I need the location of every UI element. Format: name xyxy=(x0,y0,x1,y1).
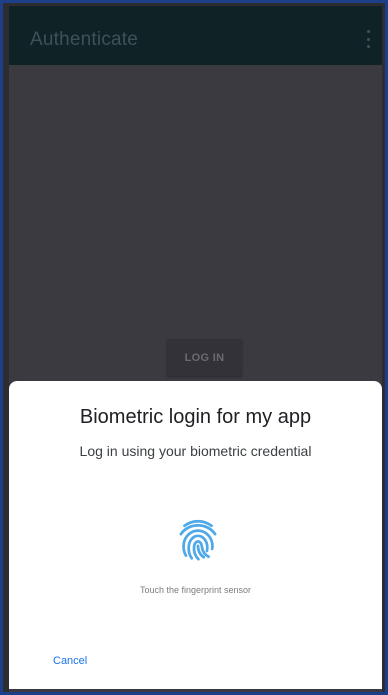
app-bar: Authenticate xyxy=(9,6,382,65)
fingerprint-icon xyxy=(179,519,217,561)
prompt-title: Biometric login for my app xyxy=(79,406,312,428)
device-frame: Authenticate LOG IN Biometric login for … xyxy=(0,0,388,695)
prompt-hint: Touch the fingerprint sensor xyxy=(139,585,252,595)
login-button[interactable]: LOG IN xyxy=(167,339,242,376)
cancel-button[interactable]: Cancel xyxy=(53,655,87,667)
app-bar-title: Authenticate xyxy=(30,29,139,50)
prompt-subtitle: Log in using your biometric credential xyxy=(79,443,312,459)
more-vert-icon[interactable] xyxy=(364,30,372,48)
biometric-prompt-sheet: Biometric login for my app Log in using … xyxy=(9,381,382,689)
